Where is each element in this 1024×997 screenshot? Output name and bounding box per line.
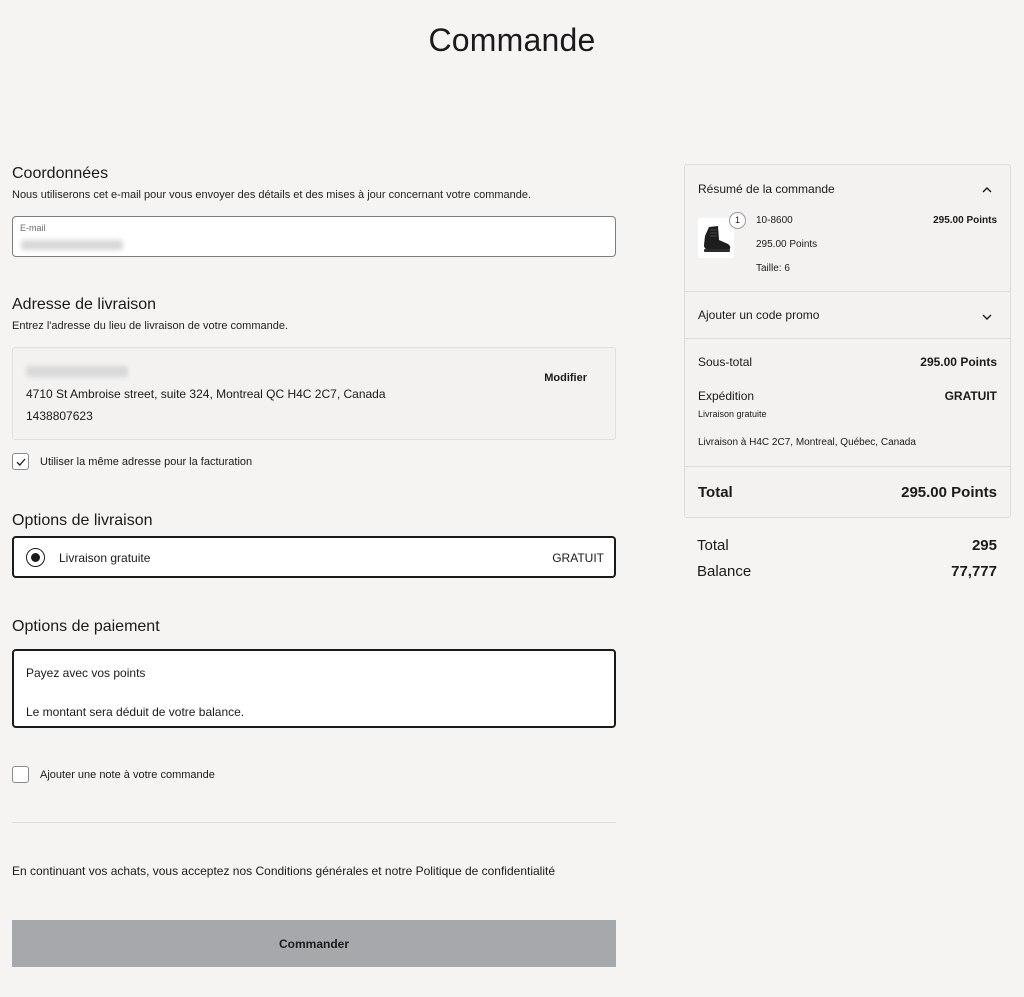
email-value-redacted: [21, 240, 123, 250]
shipping-address-subtitle: Entrez l'adresse du lieu de livraison de…: [12, 320, 289, 332]
address-line: 4710 St Ambroise street, suite 324, Mont…: [26, 387, 386, 401]
same-billing-label: Utiliser la même adresse pour la factura…: [40, 456, 253, 468]
contact-subtitle: Nous utiliserons cet e-mail pour vous en…: [12, 189, 532, 201]
same-billing-checkbox[interactable]: [12, 453, 29, 470]
summary-divider: [685, 338, 1010, 339]
order-summary: Résumé de la commande 1 10-8600 295.00 P…: [684, 164, 1011, 518]
promo-code-toggle[interactable]: Ajouter un code promo: [685, 292, 1010, 338]
balance-value: 77,777: [951, 563, 997, 580]
chevron-up-icon: [982, 187, 992, 193]
order-note-label: Ajouter une note à votre commande: [40, 769, 215, 781]
recipient-name-redacted: [26, 366, 128, 377]
chevron-down-icon: [982, 314, 992, 320]
balance-label: Balance: [697, 563, 752, 580]
subtotal-label: Sous-total: [698, 355, 753, 369]
payment-option-title: Payez avec vos points: [26, 666, 146, 680]
product-sku: 10-8600: [756, 215, 793, 226]
boot-icon: [704, 226, 731, 252]
email-field[interactable]: E-mail: [12, 216, 616, 257]
terms-text: En continuant vos achats, vous acceptez …: [12, 864, 556, 878]
subtotal-value: 295.00 Points: [920, 355, 997, 369]
points-total-label: Total: [697, 537, 729, 554]
page-title: Commande: [428, 22, 596, 58]
checkmark-icon: [16, 458, 26, 466]
promo-code-label: Ajouter un code promo: [698, 308, 820, 322]
shipping-destination: Livraison à H4C 2C7, Montreal, Québec, C…: [698, 437, 916, 448]
product-size: Taille: 6: [756, 263, 790, 274]
address-phone: 1438807623: [26, 409, 93, 423]
order-summary-title: Résumé de la commande: [698, 182, 835, 196]
shipping-option-name: Livraison gratuite: [59, 551, 151, 565]
shipping-address-section: Adresse de livraison Entrez l'adresse du…: [12, 296, 616, 332]
shipping-option-radio[interactable]: [26, 548, 45, 567]
shipping-address-title: Adresse de livraison: [12, 296, 157, 313]
shipping-method: Livraison gratuite: [698, 409, 767, 419]
quantity-badge: 1: [729, 212, 746, 229]
shipping-option-free[interactable]: Livraison gratuite GRATUIT: [12, 536, 616, 578]
modify-address-button[interactable]: Modifier: [544, 372, 587, 384]
shipping-label: Expédition: [698, 389, 755, 403]
product-image: [698, 218, 734, 258]
order-note-checkbox[interactable]: [12, 766, 29, 783]
shipping-value: GRATUIT: [944, 389, 997, 403]
summary-total-value: 295.00 Points: [901, 484, 997, 501]
place-order-button[interactable]: Commander: [12, 920, 616, 967]
payment-option-description: Le montant sera déduit de votre balance.: [26, 705, 245, 719]
shipping-options-title: Options de livraison: [12, 512, 153, 529]
product-price: 295.00 Points: [933, 215, 997, 226]
contact-section: Coordonnées Nous utiliserons cet e-mail …: [12, 165, 616, 201]
payment-options-title: Options de paiement: [12, 618, 160, 635]
payment-option-points[interactable]: Payez avec vos points Le montant sera dé…: [12, 649, 616, 728]
points-total-value: 295: [971, 537, 997, 554]
shipping-option-price: GRATUIT: [552, 551, 604, 565]
email-label: E-mail: [20, 223, 46, 233]
summary-divider: [685, 466, 1010, 467]
address-card: 4710 St Ambroise street, suite 324, Mont…: [12, 347, 616, 440]
summary-total-label: Total: [698, 484, 733, 501]
divider: [12, 822, 616, 823]
product-unit-price: 295.00 Points: [756, 239, 818, 250]
contact-title: Coordonnées: [12, 165, 109, 182]
order-summary-toggle[interactable]: Résumé de la commande: [685, 165, 1010, 213]
